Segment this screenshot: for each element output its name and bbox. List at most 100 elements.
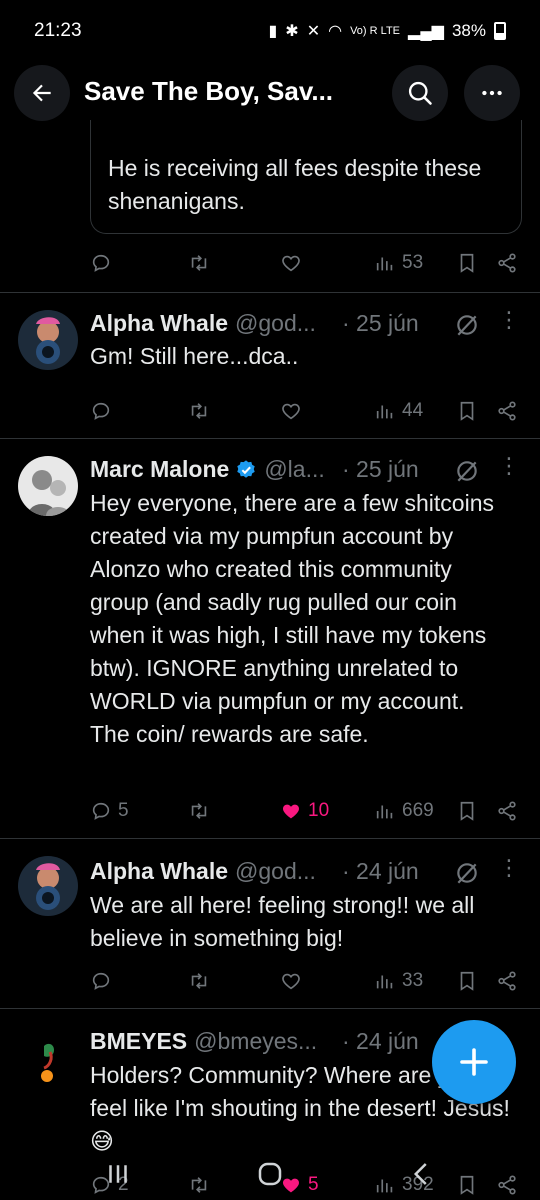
views-button[interactable]: 53 — [374, 248, 423, 278]
repost-button[interactable] — [188, 796, 210, 826]
tweet-header: Alpha Whale @god... — [90, 858, 316, 885]
share-icon — [498, 801, 516, 821]
reply-icon — [92, 402, 110, 420]
share-icon — [498, 253, 516, 273]
avatar-image — [18, 856, 78, 916]
back-arrow-icon — [32, 84, 51, 102]
bookmark-button[interactable] — [456, 966, 478, 996]
tweet-actions: 53 — [90, 248, 522, 278]
grok-icon[interactable] — [454, 458, 480, 484]
tweet-header: Alpha Whale @god... — [90, 310, 316, 337]
tweet-text: Hey everyone, there are a few shitcoins … — [90, 490, 494, 747]
back-button[interactable] — [14, 65, 70, 121]
avatar-image — [18, 456, 78, 516]
avatar[interactable] — [18, 1026, 78, 1086]
repost-icon — [191, 803, 207, 819]
grok-icon[interactable] — [454, 312, 480, 338]
tweet-date[interactable]: · 25 jún — [342, 310, 419, 337]
more-options-button[interactable] — [464, 65, 520, 121]
plus-icon — [460, 1048, 488, 1076]
avatar[interactable] — [18, 456, 78, 516]
tweet-header: BMEYES @bmeyes... — [90, 1028, 317, 1055]
system-back-button[interactable] — [402, 1154, 442, 1194]
share-icon — [498, 971, 516, 991]
mute-icon: ✕ — [306, 23, 321, 40]
views-count: 33 — [402, 970, 424, 991]
bookmark-button[interactable] — [456, 796, 478, 826]
author-name[interactable]: Marc Malone — [90, 456, 229, 483]
compose-fab-button[interactable] — [432, 1020, 516, 1104]
like-button[interactable]: 10 — [280, 796, 329, 826]
repost-button[interactable] — [188, 966, 210, 996]
author-handle[interactable]: @bmeyes... — [194, 1028, 317, 1055]
avatar-image — [18, 310, 78, 370]
share-button[interactable] — [496, 396, 518, 426]
like-button[interactable] — [280, 396, 302, 426]
avatar[interactable] — [18, 310, 78, 370]
notification-icon: ▮ — [268, 23, 278, 40]
heart-icon — [282, 255, 300, 272]
bookmark-button[interactable] — [456, 396, 478, 426]
heart-icon — [282, 403, 300, 420]
reply-button[interactable] — [90, 966, 118, 996]
tweet-text: We are all here! feeling strong!! we all… — [90, 892, 475, 951]
views-count: 44 — [402, 400, 424, 421]
views-button[interactable]: 33 — [374, 966, 423, 996]
views-count: 53 — [402, 252, 424, 273]
author-handle[interactable]: @la... — [264, 456, 324, 483]
tweet-actions: 33 — [90, 966, 522, 996]
tweet-more-icon[interactable]: ⋮ — [498, 857, 520, 888]
bluetooth-icon: ✱ — [285, 23, 299, 40]
share-button[interactable] — [496, 966, 518, 996]
battery-icon — [494, 22, 506, 40]
divider — [0, 1008, 540, 1009]
repost-button[interactable] — [188, 248, 210, 278]
recent-apps-button[interactable] — [98, 1154, 138, 1194]
views-icon — [376, 405, 393, 419]
home-button[interactable] — [250, 1154, 290, 1194]
author-name[interactable]: Alpha Whale — [90, 858, 228, 885]
like-button[interactable] — [280, 966, 302, 996]
reply-button[interactable] — [90, 396, 118, 426]
bookmark-icon — [460, 801, 474, 821]
grok-icon[interactable] — [454, 860, 480, 886]
tweet-date[interactable]: · 25 jún — [342, 456, 419, 483]
views-icon — [376, 257, 393, 271]
author-name[interactable]: Alpha Whale — [90, 310, 228, 337]
reply-button[interactable] — [90, 248, 118, 278]
tweet-text: Gm! Still here...dca.. — [90, 343, 299, 369]
quoted-tweet-text: He is receiving all fees despite these s… — [108, 155, 482, 214]
views-icon — [376, 805, 393, 819]
tweet-header: Marc Malone @la... — [90, 456, 325, 483]
views-count: 669 — [402, 800, 434, 821]
more-dots-icon — [482, 90, 502, 96]
avatar[interactable] — [18, 856, 78, 916]
page-title: Save The Boy, Sav... — [84, 76, 334, 106]
author-name[interactable]: BMEYES — [90, 1028, 187, 1055]
repost-button[interactable] — [188, 396, 210, 426]
tweet-more-icon[interactable]: ⋮ — [498, 309, 520, 340]
tweet-more-icon[interactable]: ⋮ — [498, 455, 520, 486]
reply-button[interactable]: 5 — [90, 796, 129, 826]
divider — [0, 838, 540, 839]
author-handle[interactable]: @god... — [235, 310, 316, 337]
views-button[interactable]: 669 — [374, 796, 434, 826]
system-nav-bar — [0, 1150, 540, 1200]
like-count: 10 — [308, 800, 330, 821]
author-handle[interactable]: @god... — [235, 858, 316, 885]
tweet-date[interactable]: · 24 jún — [342, 1028, 419, 1055]
search-button[interactable] — [392, 65, 448, 121]
like-button[interactable] — [280, 248, 302, 278]
tweet-date[interactable]: · 24 jún — [342, 858, 419, 885]
status-icons: ▮ ✱ ✕ ◠ Vo) R LTE ▂▄▆ 38% — [268, 21, 506, 41]
repost-icon — [191, 255, 207, 271]
search-icon — [408, 81, 432, 105]
signal-icon: ▂▄▆ — [408, 23, 444, 40]
bookmark-button[interactable] — [456, 248, 478, 278]
divider — [0, 438, 540, 439]
share-button[interactable] — [496, 248, 518, 278]
network-label: Vo) R LTE — [350, 25, 401, 37]
share-button[interactable] — [496, 796, 518, 826]
reply-count: 5 — [118, 800, 129, 821]
views-button[interactable]: 44 — [374, 396, 423, 426]
